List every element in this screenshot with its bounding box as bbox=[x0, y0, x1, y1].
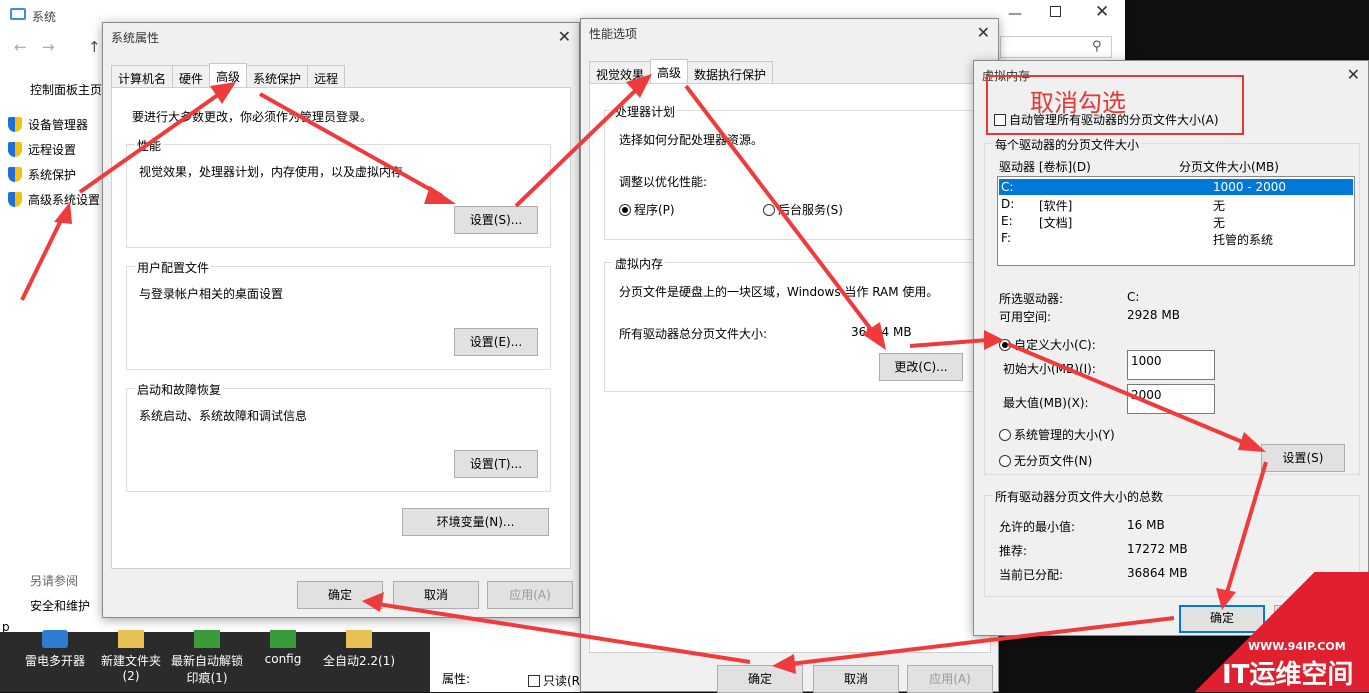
arrow-4 bbox=[514, 74, 652, 208]
watermark-url: WWW.94IP.COM bbox=[1248, 640, 1346, 653]
arrow-2 bbox=[78, 82, 236, 194]
arrow-9 bbox=[772, 616, 1175, 674]
watermark-brand: IT运维空间 bbox=[1222, 660, 1354, 690]
arrow-7 bbox=[1007, 342, 1266, 452]
arrow-6 bbox=[909, 330, 1004, 350]
arrow-1 bbox=[20, 202, 72, 301]
arrow-5 bbox=[684, 84, 886, 350]
arrow-10 bbox=[362, 592, 751, 664]
arrow-3 bbox=[259, 92, 456, 204]
